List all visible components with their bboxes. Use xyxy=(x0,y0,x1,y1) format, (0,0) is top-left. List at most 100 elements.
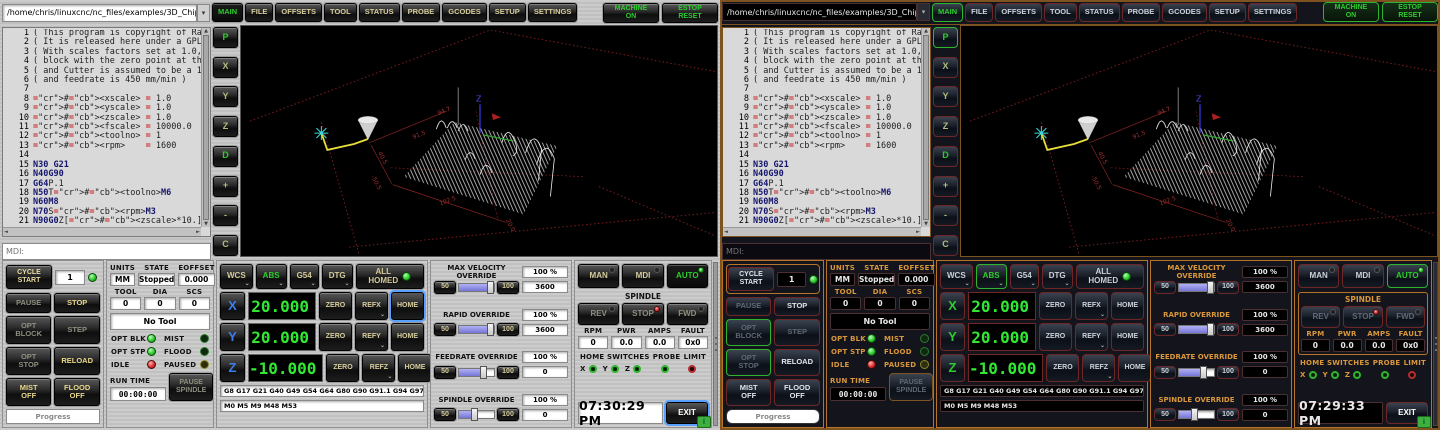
opt-stop-button[interactable]: OPT STOP xyxy=(6,347,51,375)
axis-button-y[interactable]: Y xyxy=(213,86,238,107)
opt-block-button[interactable]: OPT BLOCK xyxy=(6,316,51,344)
menu-setup[interactable]: SETUP xyxy=(1209,3,1246,22)
override-slider[interactable] xyxy=(1178,325,1215,334)
slider-thumb[interactable] xyxy=(487,281,494,294)
gremlin-3d-preview[interactable]: 94.7 91.5 102.5 20.0 40.5 -50.5 Z xyxy=(240,25,718,257)
override-slider[interactable] xyxy=(458,368,495,377)
scroll-up-icon[interactable]: ▲ xyxy=(924,28,928,34)
axis-letter-button[interactable]: Z xyxy=(940,354,965,382)
spindle-fwd-button[interactable]: FWD xyxy=(667,303,708,325)
axis-letter-button[interactable]: Y xyxy=(220,323,245,351)
cycle-start-button[interactable]: CYCLE START xyxy=(728,267,774,291)
home-axis-button[interactable]: HOME xyxy=(1111,323,1144,351)
menu-offsets[interactable]: OFFSETS xyxy=(275,3,322,22)
menu-main[interactable]: MAIN xyxy=(212,3,243,22)
override-slider[interactable] xyxy=(458,325,495,334)
zero-axis-button[interactable]: ZERO xyxy=(1046,354,1079,382)
horizontal-scrollbar[interactable]: ◄► xyxy=(3,227,201,236)
spindle-rev-button[interactable]: REV xyxy=(578,303,619,325)
pause-button[interactable]: PAUSE xyxy=(6,293,51,313)
axis-button-x[interactable]: X xyxy=(213,57,238,78)
machine-on-button[interactable]: MACHINE ON xyxy=(1323,2,1379,22)
menu-status[interactable]: STATUS xyxy=(359,3,400,22)
axis-letter-button[interactable]: X xyxy=(940,292,965,320)
override-max-button[interactable]: 100 xyxy=(1217,323,1239,336)
override-min-button[interactable]: 50 xyxy=(1154,323,1176,336)
vertical-scrollbar[interactable]: ▲▼ xyxy=(201,28,210,227)
slider-thumb[interactable] xyxy=(1191,408,1198,421)
scroll-thumb[interactable] xyxy=(203,35,209,220)
mdi-input[interactable] xyxy=(2,243,211,260)
mist-off-button[interactable]: MIST OFF xyxy=(6,378,51,406)
gcode-viewer[interactable]: 1( This program is copyright of Ra2( It … xyxy=(722,27,931,237)
vertical-scrollbar[interactable]: ▲▼ xyxy=(921,28,930,227)
file-path-combo[interactable]: /home/chris/linuxcnc/nc_files/examples/3… xyxy=(722,3,930,21)
slider-thumb[interactable] xyxy=(487,323,494,336)
axis-button-d[interactable]: D xyxy=(933,146,958,167)
ref-axis-button[interactable]: REFX⌄ xyxy=(1075,292,1108,320)
cycle-count-field[interactable]: 1 xyxy=(777,272,806,287)
estop-reset-button[interactable]: ESTOP RESET xyxy=(1382,2,1438,22)
override-max-button[interactable]: 100 xyxy=(497,366,519,379)
override-min-button[interactable]: 50 xyxy=(1154,366,1176,379)
menu-offsets[interactable]: OFFSETS xyxy=(995,3,1042,22)
axis-button-p[interactable]: P xyxy=(213,27,238,48)
spindle-rev-button[interactable]: REV xyxy=(1301,306,1340,328)
flood-off-button[interactable]: FLOOD OFF xyxy=(774,379,820,406)
menu-file[interactable]: FILE xyxy=(245,3,273,22)
override-min-button[interactable]: 50 xyxy=(434,408,456,421)
axis-button-p[interactable]: P xyxy=(933,27,958,48)
step-button[interactable]: STEP xyxy=(774,319,820,346)
override-max-button[interactable]: 100 xyxy=(497,408,519,421)
scroll-right-icon[interactable]: ► xyxy=(196,229,200,235)
menu-settings[interactable]: SETTINGS xyxy=(528,3,578,22)
override-slider[interactable] xyxy=(458,283,495,292)
override-max-button[interactable]: 100 xyxy=(1217,366,1239,379)
axis-button-plus[interactable]: + xyxy=(213,176,238,197)
axis-button-minus[interactable]: - xyxy=(213,205,238,226)
pause-spindle-button[interactable]: PAUSE SPINDLE xyxy=(889,373,933,401)
stop-button[interactable]: STOP xyxy=(774,297,820,316)
spindle-stop-button[interactable]: STOP xyxy=(1343,306,1382,328)
axis-button-minus[interactable]: - xyxy=(933,205,958,226)
notification-icon[interactable]: i xyxy=(697,416,711,428)
override-max-button[interactable]: 100 xyxy=(497,323,519,336)
flood-off-button[interactable]: FLOOD OFF xyxy=(54,378,100,406)
home-axis-button[interactable]: HOME xyxy=(398,354,431,382)
dtg-button[interactable]: DTG⌄ xyxy=(1042,264,1073,289)
override-min-button[interactable]: 50 xyxy=(434,281,456,294)
file-path-combo[interactable]: /home/chris/linuxcnc/nc_files/examples/3… xyxy=(2,4,210,22)
wcs-button[interactable]: WCS⌄ xyxy=(220,264,253,289)
all-homed-button[interactable]: ALL HOMED xyxy=(356,264,424,289)
axis-letter-button[interactable]: Z xyxy=(220,354,245,382)
ref-axis-button[interactable]: REFY⌄ xyxy=(355,323,388,351)
reload-button[interactable]: RELOAD xyxy=(774,349,820,376)
axis-button-x[interactable]: X xyxy=(933,57,958,78)
menu-gcodes[interactable]: GCODES xyxy=(442,3,487,22)
menu-status[interactable]: STATUS xyxy=(1079,3,1120,22)
abs-button[interactable]: ABS⌄ xyxy=(976,264,1007,289)
scroll-down-icon[interactable]: ▼ xyxy=(924,221,928,227)
reload-button[interactable]: RELOAD xyxy=(54,347,100,375)
axis-button-y[interactable]: Y xyxy=(933,86,958,107)
axis-button-d[interactable]: D xyxy=(213,146,238,167)
home-axis-button[interactable]: HOME xyxy=(1111,292,1144,320)
dropdown-arrow-icon[interactable]: ▾ xyxy=(197,4,210,22)
pause-spindle-button[interactable]: PAUSE SPINDLE xyxy=(169,373,213,401)
gcode-viewer[interactable]: 1( This program is copyright of Ra2( It … xyxy=(2,27,211,237)
menu-tool[interactable]: TOOL xyxy=(324,3,357,22)
scroll-right-icon[interactable]: ► xyxy=(916,229,920,235)
man-mode-button[interactable]: MAN xyxy=(578,264,619,288)
menu-gcodes[interactable]: GCODES xyxy=(1162,3,1207,22)
scroll-up-icon[interactable]: ▲ xyxy=(204,28,208,34)
zero-axis-button[interactable]: ZERO xyxy=(1039,292,1072,320)
mist-off-button[interactable]: MIST OFF xyxy=(726,379,771,406)
menu-probe[interactable]: PROBE xyxy=(1122,3,1161,22)
menu-probe[interactable]: PROBE xyxy=(402,3,441,22)
axis-button-plus[interactable]: + xyxy=(933,176,958,197)
override-slider[interactable] xyxy=(1178,368,1215,377)
notification-icon[interactable]: i xyxy=(1417,416,1431,428)
override-max-button[interactable]: 100 xyxy=(1217,281,1239,294)
slider-thumb[interactable] xyxy=(1207,323,1214,336)
auto-mode-button[interactable]: AUTO xyxy=(1387,264,1428,288)
